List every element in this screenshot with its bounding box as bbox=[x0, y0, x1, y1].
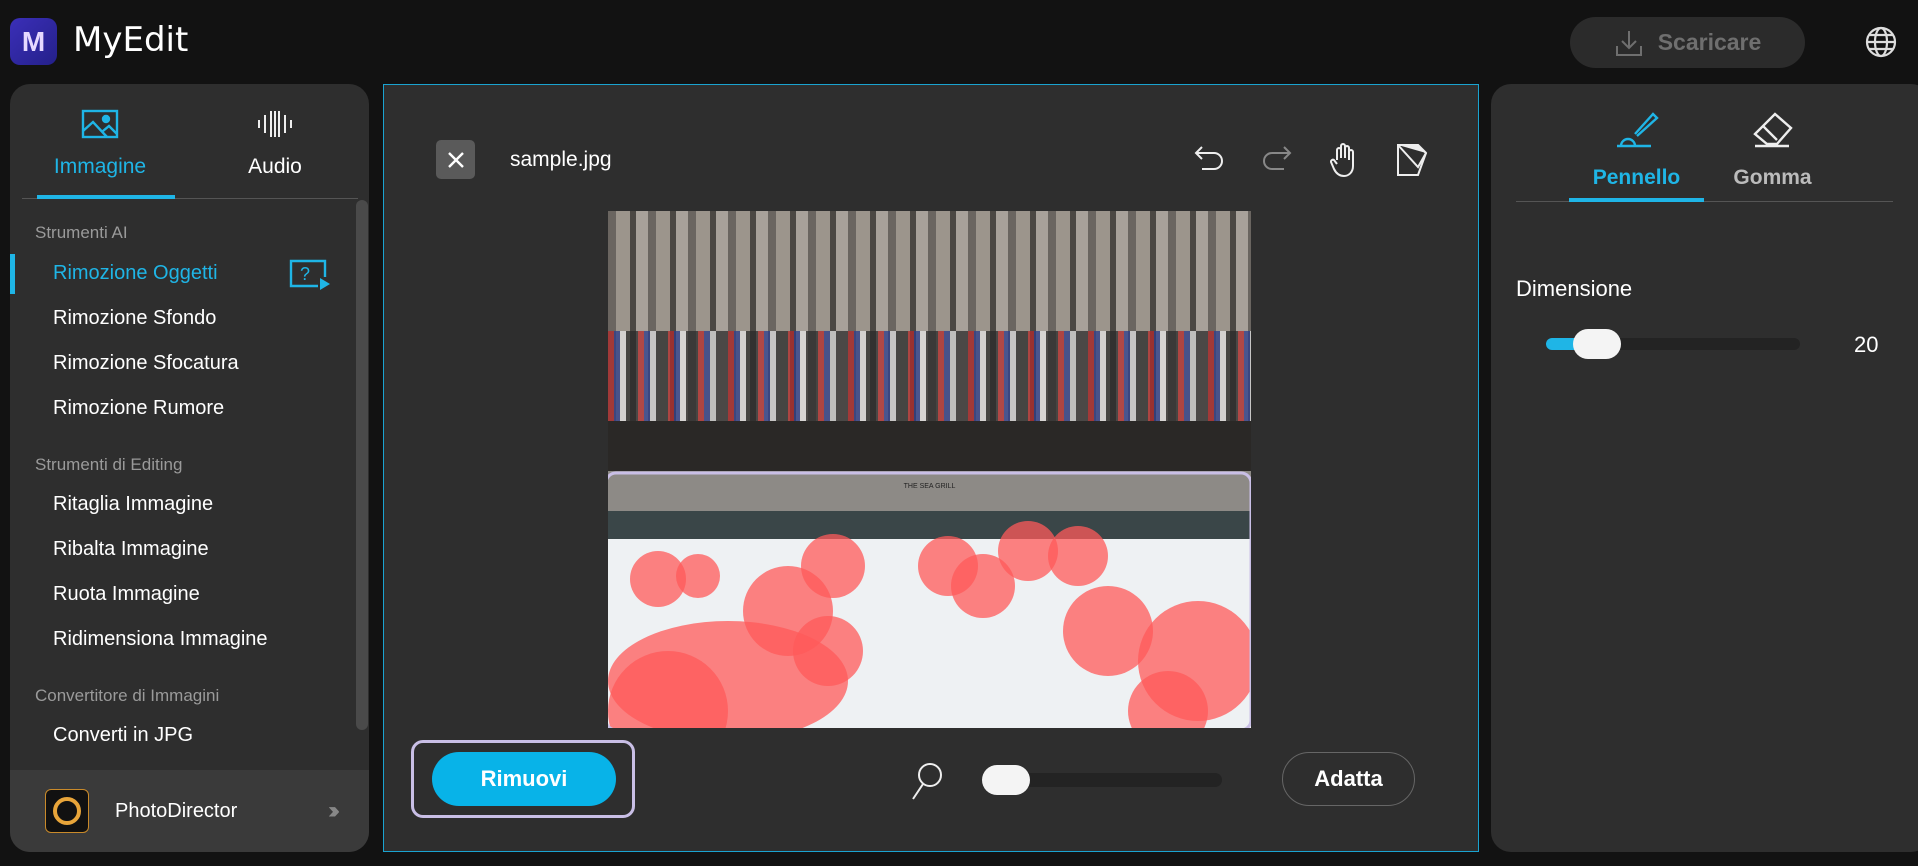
active-tab-underline bbox=[1569, 198, 1704, 202]
section-title: Strumenti AI bbox=[35, 223, 128, 242]
section-title: Strumenti di Editing bbox=[35, 455, 183, 474]
sidebar-scrollbar[interactable] bbox=[356, 200, 368, 730]
compare-icon bbox=[1397, 144, 1428, 176]
globe-icon[interactable] bbox=[1864, 25, 1898, 59]
sidebar-item-resize[interactable]: Ridimensiona Immagine bbox=[53, 628, 268, 651]
sidebar-item-crop[interactable]: Ritaglia Immagine bbox=[53, 493, 213, 516]
zoom-icon bbox=[912, 763, 942, 800]
close-button[interactable] bbox=[436, 140, 475, 179]
brush-settings-panel: Pennello Gomma Dimensione 20 bbox=[1491, 84, 1918, 852]
sidebar-item-blur-removal[interactable]: Rimozione Sfocatura bbox=[53, 352, 239, 375]
fit-button[interactable]: Adatta bbox=[1282, 752, 1415, 806]
undo-button[interactable] bbox=[1189, 140, 1229, 180]
tab-brush-label: Pennello bbox=[1592, 166, 1681, 189]
undo-icon bbox=[1194, 146, 1223, 170]
filename: sample.jpg bbox=[510, 148, 612, 171]
tab-brush[interactable]: Pennello bbox=[1569, 110, 1704, 190]
logo-letter: M bbox=[21, 25, 46, 57]
close-icon bbox=[447, 151, 464, 168]
tab-audio-label: Audio bbox=[248, 155, 302, 178]
size-slider-thumb[interactable] bbox=[1572, 329, 1621, 359]
section-title: Convertitore di Immagini bbox=[35, 686, 220, 705]
redo-icon bbox=[1263, 146, 1292, 170]
hand-icon bbox=[1330, 143, 1354, 178]
active-tab-underline bbox=[37, 195, 175, 199]
compare-button[interactable] bbox=[1392, 140, 1432, 180]
download-icon bbox=[1615, 30, 1642, 56]
video-tutorial-icon[interactable]: ? bbox=[288, 258, 332, 290]
brush-icon bbox=[1616, 112, 1659, 148]
photodirector-promo[interactable]: PhotoDirector ››› bbox=[10, 770, 369, 852]
tab-eraser[interactable]: Gomma bbox=[1705, 110, 1840, 190]
photodirector-label: PhotoDirector bbox=[115, 799, 238, 822]
download-button[interactable]: Scaricare bbox=[1570, 17, 1805, 68]
sidebar-item-rotate[interactable]: Ruota Immagine bbox=[53, 583, 200, 606]
tab-image[interactable]: Immagine bbox=[30, 109, 170, 179]
photo-canvas[interactable]: THE SEA GRILL bbox=[608, 211, 1251, 728]
remove-button[interactable]: Rimuovi bbox=[432, 752, 616, 806]
app-logo: M bbox=[10, 18, 57, 65]
brush-mask bbox=[608, 471, 1251, 728]
chevrons-right-icon: ››› bbox=[328, 797, 340, 824]
eraser-icon bbox=[1752, 112, 1793, 148]
left-sidebar: Immagine Audio Strumenti AI Rimozione Og… bbox=[10, 84, 369, 852]
size-label: Dimensione bbox=[1516, 276, 1633, 301]
sidebar-item-noise-removal[interactable]: Rimozione Rumore bbox=[53, 397, 224, 420]
photodirector-logo-icon bbox=[45, 789, 89, 833]
tab-image-label: Immagine bbox=[53, 155, 147, 178]
size-value: 20 bbox=[1854, 332, 1879, 357]
redo-button[interactable] bbox=[1257, 140, 1297, 180]
download-label: Scaricare bbox=[1657, 29, 1762, 55]
sidebar-item-object-removal[interactable]: Rimozione Oggetti bbox=[53, 262, 218, 285]
editor-canvas-panel: sample.jpg THE SEA GRILL Rimuovi Adatta bbox=[383, 84, 1479, 852]
zoom-slider-thumb[interactable] bbox=[982, 765, 1030, 795]
svg-text:?: ? bbox=[300, 264, 310, 284]
sidebar-item-convert-jpg[interactable]: Converti in JPG bbox=[53, 724, 193, 747]
active-indicator bbox=[10, 254, 15, 294]
sidebar-item-bg-removal[interactable]: Rimozione Sfondo bbox=[53, 307, 216, 330]
pan-button[interactable] bbox=[1324, 140, 1364, 180]
audio-wave-icon bbox=[258, 111, 292, 137]
image-icon bbox=[81, 109, 119, 139]
tab-eraser-label: Gomma bbox=[1733, 166, 1812, 189]
app-title: MyEdit bbox=[73, 20, 189, 60]
tab-audio[interactable]: Audio bbox=[205, 109, 345, 179]
sidebar-item-flip[interactable]: Ribalta Immagine bbox=[53, 538, 209, 561]
